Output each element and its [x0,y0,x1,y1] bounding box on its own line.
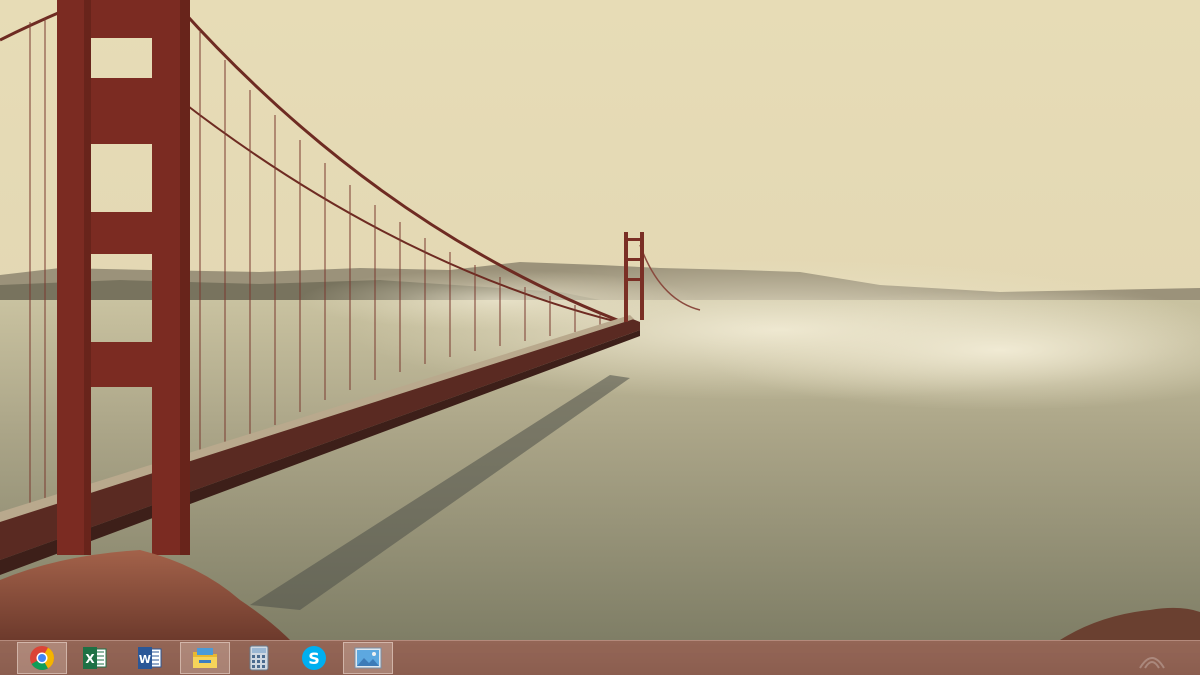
photo-viewer-icon [354,647,382,669]
folder-icon [193,648,217,668]
taskbar: X W S [0,640,1200,675]
taskbar-calculator-button[interactable] [234,642,284,674]
taskbar-file-explorer-button[interactable] [180,642,230,674]
network-icon [1139,657,1165,669]
taskbar-skype-button[interactable]: S [289,642,339,674]
taskbar-excel-button[interactable]: X [70,642,120,674]
svg-text:W: W [139,653,151,666]
taskbar-word-button[interactable]: W [125,642,175,674]
tray-area[interactable] [1134,646,1170,672]
svg-text:S: S [308,649,320,668]
word-icon: W [138,647,162,669]
svg-text:X: X [85,652,95,666]
desktop: X W S [0,0,1200,675]
chrome-icon [30,646,54,671]
skype-icon: S [302,646,326,670]
taskbar-photo-viewer-button[interactable] [343,642,393,674]
calculator-icon [249,645,269,671]
wallpaper-image [0,0,1200,640]
excel-icon: X [83,647,107,669]
taskbar-chrome-button[interactable] [17,642,67,674]
